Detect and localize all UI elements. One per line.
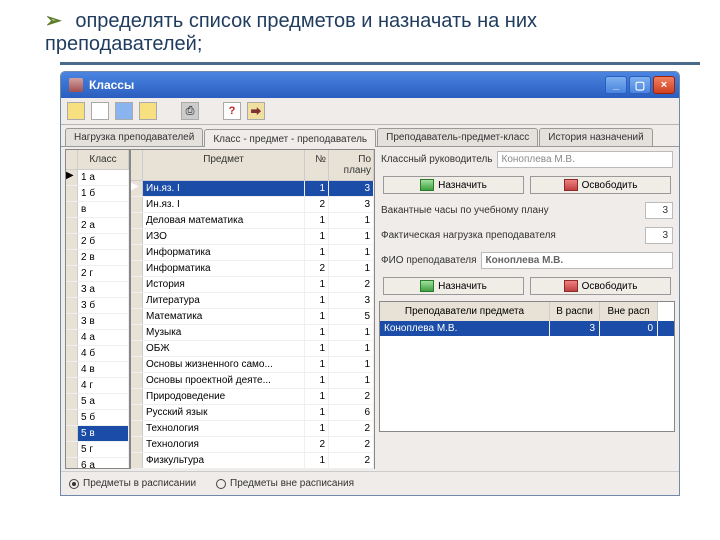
app-window: Классы _ ▢ × ⎙ ? ⮕ Нагрузка преподавател… xyxy=(60,71,680,496)
bullet-arrow-icon: ➢ xyxy=(45,10,62,32)
subject-row[interactable]: ОБЖ11 xyxy=(131,341,374,357)
subject-row[interactable]: ИЗО11 xyxy=(131,229,374,245)
class-row[interactable]: 2 в xyxy=(66,250,129,266)
plan-header: По плану xyxy=(329,150,374,180)
radio-in-schedule[interactable]: Предметы в расписании xyxy=(69,478,196,489)
radio-out-schedule[interactable]: Предметы вне расписания xyxy=(216,478,354,489)
duplicate-icon[interactable] xyxy=(115,102,133,120)
main-body: Класс ▶1 а1 бв2 а2 б2 в2 г3 а3 б3 в4 а4 … xyxy=(61,147,679,471)
assign-class-teacher-button[interactable]: Назначить xyxy=(383,176,524,194)
class-row[interactable]: 4 в xyxy=(66,362,129,378)
release-icon xyxy=(564,280,578,292)
radio-on-icon xyxy=(69,479,79,489)
class-row[interactable]: 2 б xyxy=(66,234,129,250)
teachers-header: Преподаватели предмета xyxy=(380,302,550,321)
tab-class-subject-teacher[interactable]: Класс - предмет - преподаватель xyxy=(204,129,376,147)
subject-row[interactable]: Русский язык16 xyxy=(131,405,374,421)
app-icon xyxy=(69,78,83,92)
assign-teacher-button[interactable]: Назначить xyxy=(383,277,524,295)
class-row[interactable]: 2 г xyxy=(66,266,129,282)
release-teacher-button[interactable]: Освободить xyxy=(530,277,671,295)
slide-bullet: ➢ определять список предметов и назначат… xyxy=(0,0,720,60)
class-row[interactable]: 3 в xyxy=(66,314,129,330)
subject-row[interactable]: Информатика11 xyxy=(131,245,374,261)
class-row[interactable]: 4 г xyxy=(66,378,129,394)
tab-bar: Нагрузка преподавателей Класс - предмет … xyxy=(61,125,679,147)
class-row[interactable]: 3 а xyxy=(66,282,129,298)
vacant-label: Вакантные часы по учебному плану xyxy=(381,205,641,216)
subject-row[interactable]: История12 xyxy=(131,277,374,293)
subject-row[interactable]: Информатика21 xyxy=(131,261,374,277)
in-sched-header: В распи xyxy=(550,302,600,321)
tab-teacher-subject-class[interactable]: Преподаватель-предмет-класс xyxy=(377,128,538,146)
class-row[interactable]: 6 а xyxy=(66,458,129,468)
maximize-button[interactable]: ▢ xyxy=(629,76,651,94)
tab-history[interactable]: История назначений xyxy=(539,128,652,146)
subject-row[interactable]: ▶Ин.яз. I13 xyxy=(131,181,374,197)
subject-row[interactable]: Основы жизненного само...11 xyxy=(131,357,374,373)
n-header: № xyxy=(305,150,329,180)
class-row[interactable]: ▶1 а xyxy=(66,170,129,186)
fio-value: Коноплева М.В. xyxy=(481,252,673,269)
class-row[interactable]: 3 б xyxy=(66,298,129,314)
exit-icon[interactable]: ⮕ xyxy=(247,102,265,120)
new-doc-icon[interactable] xyxy=(91,102,109,120)
release-class-teacher-button[interactable]: Освободить xyxy=(530,176,671,194)
teachers-grid[interactable]: Преподаватели предмета В распи Вне расп … xyxy=(379,301,675,432)
close-button[interactable]: × xyxy=(653,76,675,94)
class-teacher-label: Классный руководитель xyxy=(381,154,493,165)
class-row[interactable]: 5 б xyxy=(66,410,129,426)
window-title: Классы xyxy=(89,78,134,92)
slide-rule xyxy=(60,62,700,65)
class-row[interactable]: 4 б xyxy=(66,346,129,362)
left-panel: Класс ▶1 а1 бв2 а2 б2 в2 г3 а3 б3 в4 а4 … xyxy=(65,149,375,469)
class-row[interactable]: 4 а xyxy=(66,330,129,346)
class-header: Класс xyxy=(78,150,129,169)
subject-row[interactable]: Основы проектной деяте...11 xyxy=(131,373,374,389)
subject-grid[interactable]: Предмет № По плану ▶Ин.яз. I13Ин.яз. I23… xyxy=(130,149,375,469)
class-row[interactable]: 5 в xyxy=(66,426,129,442)
subject-row[interactable]: Физкультура12 xyxy=(131,453,374,469)
subject-row[interactable]: Ин.яз. I23 xyxy=(131,197,374,213)
minimize-button[interactable]: _ xyxy=(605,76,627,94)
subject-row[interactable]: Деловая математика11 xyxy=(131,213,374,229)
subject-row[interactable]: Природоведение12 xyxy=(131,389,374,405)
teacher-row[interactable]: Коноплева М.В.30 xyxy=(380,321,674,336)
fio-label: ФИО преподавателя xyxy=(381,255,477,266)
subject-row[interactable]: Технология12 xyxy=(131,421,374,437)
new-folder-icon[interactable] xyxy=(67,102,85,120)
release-icon xyxy=(564,179,578,191)
class-row[interactable]: 5 а xyxy=(66,394,129,410)
vacant-value: 3 xyxy=(645,202,673,219)
class-teacher-value: Коноплева М.В. xyxy=(497,151,674,168)
class-grid[interactable]: Класс ▶1 а1 бв2 а2 б2 в2 г3 а3 б3 в4 а4 … xyxy=(65,149,130,469)
actual-value: 3 xyxy=(645,227,673,244)
subject-row[interactable]: Литература13 xyxy=(131,293,374,309)
toolbar: ⎙ ? ⮕ xyxy=(61,98,679,125)
class-row[interactable]: 5 г xyxy=(66,442,129,458)
class-row[interactable]: в xyxy=(66,202,129,218)
open-icon[interactable] xyxy=(139,102,157,120)
subject-row[interactable]: Музыка11 xyxy=(131,325,374,341)
right-panel: Классный руководитель Коноплева М.В. Наз… xyxy=(379,149,675,469)
class-row[interactable]: 2 а xyxy=(66,218,129,234)
subject-row[interactable]: Технология22 xyxy=(131,437,374,453)
slide-bullet-text: определять список предметов и назначать … xyxy=(45,10,537,55)
print-icon[interactable]: ⎙ xyxy=(181,102,199,120)
actual-label: Фактическая нагрузка преподавателя xyxy=(381,230,641,241)
radio-off-icon xyxy=(216,479,226,489)
help-icon[interactable]: ? xyxy=(223,102,241,120)
class-row[interactable]: 1 б xyxy=(66,186,129,202)
subject-row[interactable]: Математика15 xyxy=(131,309,374,325)
assign-icon xyxy=(420,179,434,191)
out-sched-header: Вне расп xyxy=(600,302,658,321)
subject-header: Предмет xyxy=(143,150,305,180)
titlebar: Классы _ ▢ × xyxy=(61,72,679,98)
tab-load[interactable]: Нагрузка преподавателей xyxy=(65,128,203,146)
assign-icon xyxy=(420,280,434,292)
